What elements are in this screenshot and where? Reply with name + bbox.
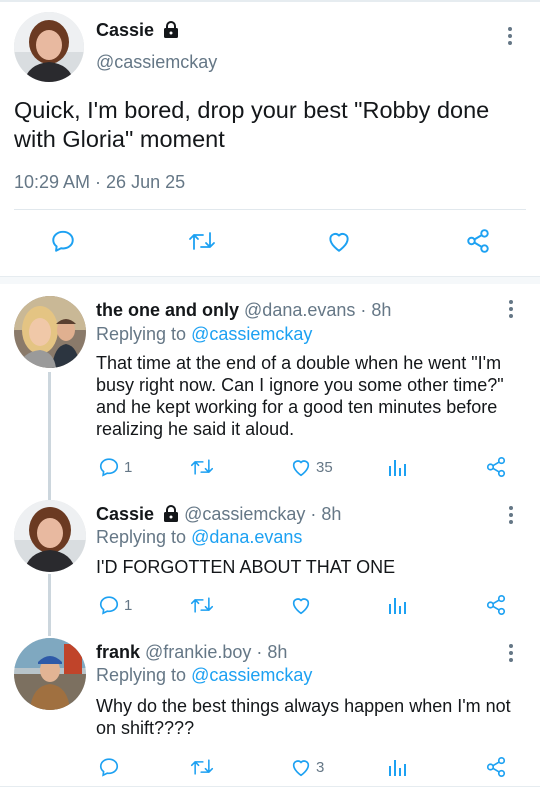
tweet-timestamp[interactable]: 10:29 AM · 26 Jun 25 <box>14 172 185 193</box>
comment-icon <box>99 458 119 477</box>
reply-header: frank @frankie.boy · 8h <box>96 642 287 663</box>
share-icon[interactable] <box>485 456 507 478</box>
like-count: 35 <box>316 458 333 476</box>
comment-icon <box>99 596 119 615</box>
like-icon <box>292 760 310 777</box>
comment-icon <box>99 758 119 777</box>
lock-icon <box>163 505 179 527</box>
like-button[interactable]: 3 <box>290 756 324 778</box>
share-icon[interactable] <box>485 594 507 616</box>
author-handle[interactable]: @cassiemckay <box>184 504 305 524</box>
mention-link[interactable]: @cassiemckay <box>191 665 312 685</box>
more-options-icon[interactable] <box>508 300 514 321</box>
retweet-icon[interactable] <box>188 228 216 254</box>
main-tweet: Cassie @cassiemckay Quick, I'm bored, dr… <box>0 0 540 278</box>
like-count: 3 <box>316 758 325 776</box>
reply-time[interactable]: · 8h <box>251 642 287 662</box>
mention-link[interactable]: @dana.evans <box>191 527 302 547</box>
avatar[interactable] <box>14 296 86 368</box>
retweet-icon[interactable] <box>190 456 214 478</box>
author-name[interactable]: Cassie <box>96 20 179 43</box>
avatar[interactable] <box>14 12 84 82</box>
analytics-icon[interactable] <box>388 756 408 778</box>
author-handle[interactable]: @dana.evans <box>244 300 355 320</box>
reply-time[interactable]: · 8h <box>355 300 391 320</box>
replying-to: Replying to @cassiemckay <box>96 665 313 685</box>
reply-text: Why do the best things always happen whe… <box>96 696 511 738</box>
retweet-icon[interactable] <box>190 594 214 616</box>
thread-line <box>48 574 51 636</box>
analytics-icon[interactable] <box>388 594 408 616</box>
lock-icon <box>163 21 179 43</box>
author-name[interactable]: frank <box>96 642 140 662</box>
reply-time[interactable]: · 8h <box>305 504 341 524</box>
reply-button[interactable]: 1 <box>98 594 132 616</box>
retweet-icon[interactable] <box>190 756 214 778</box>
author-handle[interactable]: @cassiemckay <box>96 52 217 73</box>
reply-header: Cassie @cassiemckay · 8h <box>96 504 341 527</box>
comment-icon[interactable] <box>50 228 76 254</box>
like-icon <box>292 460 310 477</box>
reply-text: That time at the end of a double when he… <box>96 353 504 439</box>
replying-to: Replying to @cassiemckay <box>96 324 313 344</box>
reply-count: 1 <box>124 596 133 614</box>
reply-header: the one and only @dana.evans · 8h <box>96 300 391 321</box>
mention-link[interactable]: @cassiemckay <box>191 324 312 344</box>
like-button[interactable]: 35 <box>290 456 333 478</box>
reply-count: 1 <box>124 458 133 476</box>
reply-button[interactable] <box>98 756 124 778</box>
like-icon[interactable] <box>326 228 352 254</box>
like-button[interactable] <box>290 594 316 616</box>
replying-to: Replying to @dana.evans <box>96 527 303 547</box>
share-icon[interactable] <box>465 228 491 254</box>
avatar[interactable] <box>14 638 86 710</box>
thread-line <box>48 372 51 500</box>
share-icon[interactable] <box>485 756 507 778</box>
more-options-icon[interactable] <box>508 506 514 527</box>
reply-button[interactable]: 1 <box>98 456 132 478</box>
avatar[interactable] <box>14 500 86 572</box>
divider <box>14 209 526 210</box>
analytics-icon[interactable] <box>388 456 408 478</box>
tweet-text: Quick, I'm bored, drop your best "Robby … <box>14 97 490 152</box>
like-icon <box>292 598 310 615</box>
author-name[interactable]: the one and only <box>96 300 239 320</box>
bottom-divider <box>0 786 540 787</box>
author-handle[interactable]: @frankie.boy <box>145 642 251 662</box>
reply-text: I'D FORGOTTEN ABOUT THAT ONE <box>96 557 396 577</box>
tweet-actions <box>0 228 540 258</box>
more-options-icon[interactable] <box>507 27 513 48</box>
section-separator <box>0 276 540 284</box>
more-options-icon[interactable] <box>508 644 514 665</box>
author-name[interactable]: Cassie <box>96 504 154 524</box>
